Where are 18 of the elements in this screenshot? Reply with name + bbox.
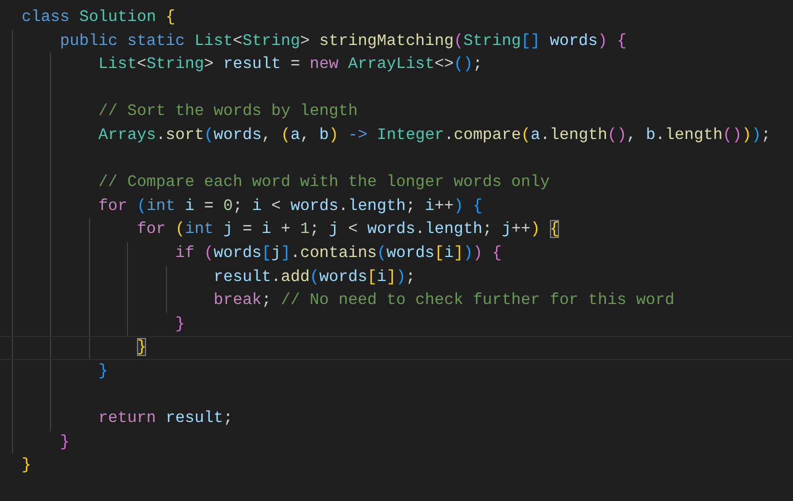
code-line: if (words[j].contains(words[i])) { (0, 242, 793, 266)
code-line: Arrays.sort(words, (a, b) -> Integer.compare(a.length(), b.length())); (0, 124, 793, 148)
code-line: return result; (0, 407, 793, 431)
code-line: class Solution { (20, 7, 176, 28)
code-line: for (int i = 0; i < words.length; i++) { (0, 194, 793, 218)
code-line: public static List<String> stringMatching(String[] words) { (0, 30, 793, 54)
code-line: } (0, 312, 793, 336)
code-line: } (0, 430, 793, 454)
matched-bracket: } (136, 338, 146, 356)
code-line: } (0, 360, 793, 384)
matched-bracket: { (550, 220, 560, 238)
code-line: List<String> result = new ArrayList<>(); (0, 53, 793, 77)
code-line: } (20, 455, 32, 476)
code-line: // Sort the words by length (0, 100, 793, 124)
code-text: for (int j = i + 1; j < words.length; j++) (136, 220, 540, 238)
code-line: break; // No need to check further for this word (0, 289, 793, 313)
code-line: result.add(words[i]); (0, 266, 793, 290)
code-line: // Compare each word with the longer words only (0, 171, 793, 195)
